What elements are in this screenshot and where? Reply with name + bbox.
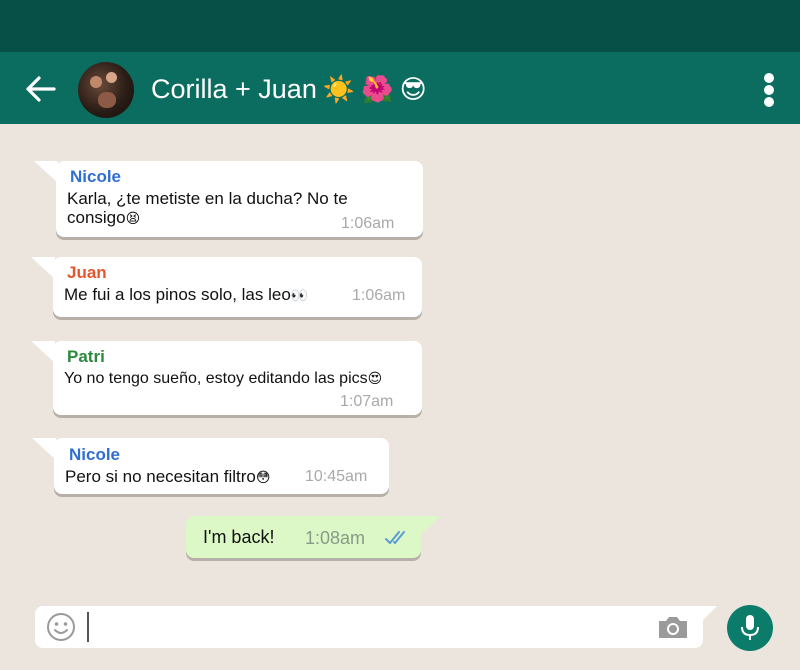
message-text: Me fui a los pinos solo, las leo👀 (64, 285, 354, 305)
double-check-icon (385, 531, 405, 544)
sender-name: Patri (67, 347, 105, 366)
camera-icon[interactable] (657, 614, 689, 640)
bubble-tail (31, 341, 55, 363)
message-line: Yo no tengo sueño, estoy editando las pi… (64, 370, 368, 387)
message-text: Yo no tengo sueño, estoy editando las pi… (64, 369, 416, 388)
bubble-tail (34, 161, 58, 183)
tired-face-emoji-icon: 😫 (125, 210, 141, 226)
status-bar (0, 0, 800, 52)
message-time: 1:07am (340, 393, 394, 410)
sender-name: Juan (67, 263, 107, 282)
message-text: I'm back! (203, 527, 275, 547)
text-cursor (87, 612, 89, 642)
microphone-button[interactable] (727, 605, 773, 651)
sender-name: Nicole (69, 445, 121, 464)
more-vertical-icon[interactable] (764, 73, 774, 107)
hibiscus-emoji-icon: 🌺 (361, 74, 394, 105)
message-time: 1:06am (352, 287, 406, 304)
message-line: consigo (67, 208, 126, 227)
chat-title[interactable]: Corilla + Juan ☀️ 🌺 😎 (151, 74, 427, 105)
outgoing-message-bubble: I'm back! 1:08am (186, 516, 441, 558)
message-line: Karla, ¿te metiste en la ducha? No te (67, 189, 348, 208)
sender-name: Nicole (70, 167, 122, 186)
message-time: 1:08am (305, 528, 366, 548)
microphone-icon (741, 615, 759, 640)
message-line: Pero si no necesitan filtro (65, 467, 256, 486)
message-input-field[interactable] (87, 612, 647, 642)
message-bubble: Nicole Karla, ¿te metiste en la ducha? N… (34, 161, 423, 237)
chat-title-text: Corilla + Juan (151, 74, 317, 104)
message-text: Pero si no necesitan filtro😳 (65, 467, 305, 487)
bubble-tail (32, 438, 56, 460)
sun-emoji-icon: ☀️ (322, 74, 356, 105)
message-time: 10:45am (305, 468, 368, 485)
sunglasses-emoji-icon: 😎 (399, 74, 427, 105)
message-input-bar[interactable] (35, 606, 717, 648)
message-time: 1:06am (341, 215, 395, 232)
message-bubble: Patri Yo no tengo sueño, estoy editando … (31, 341, 422, 415)
input-bar-tail (701, 606, 717, 622)
message-bubble: Juan Me fui a los pinos solo, las leo👀 1… (31, 257, 422, 317)
message-line: Me fui a los pinos solo, las leo (64, 285, 291, 304)
bubble-tail (417, 516, 441, 538)
smiley-icon[interactable] (46, 612, 76, 642)
flushed-emoji-icon: 😳 (255, 469, 271, 485)
group-avatar[interactable] (78, 62, 134, 118)
chat-header: Corilla + Juan ☀️ 🌺 😎 (0, 52, 800, 124)
message-bubble: Nicole Pero si no necesitan filtro😳 10:4… (32, 438, 389, 494)
eyes-emoji-icon: 👀 (290, 287, 309, 303)
arrow-left-icon[interactable] (24, 74, 58, 104)
bubble-tail (31, 257, 55, 279)
heart-eyes-emoji-icon: 😍 (367, 370, 383, 386)
